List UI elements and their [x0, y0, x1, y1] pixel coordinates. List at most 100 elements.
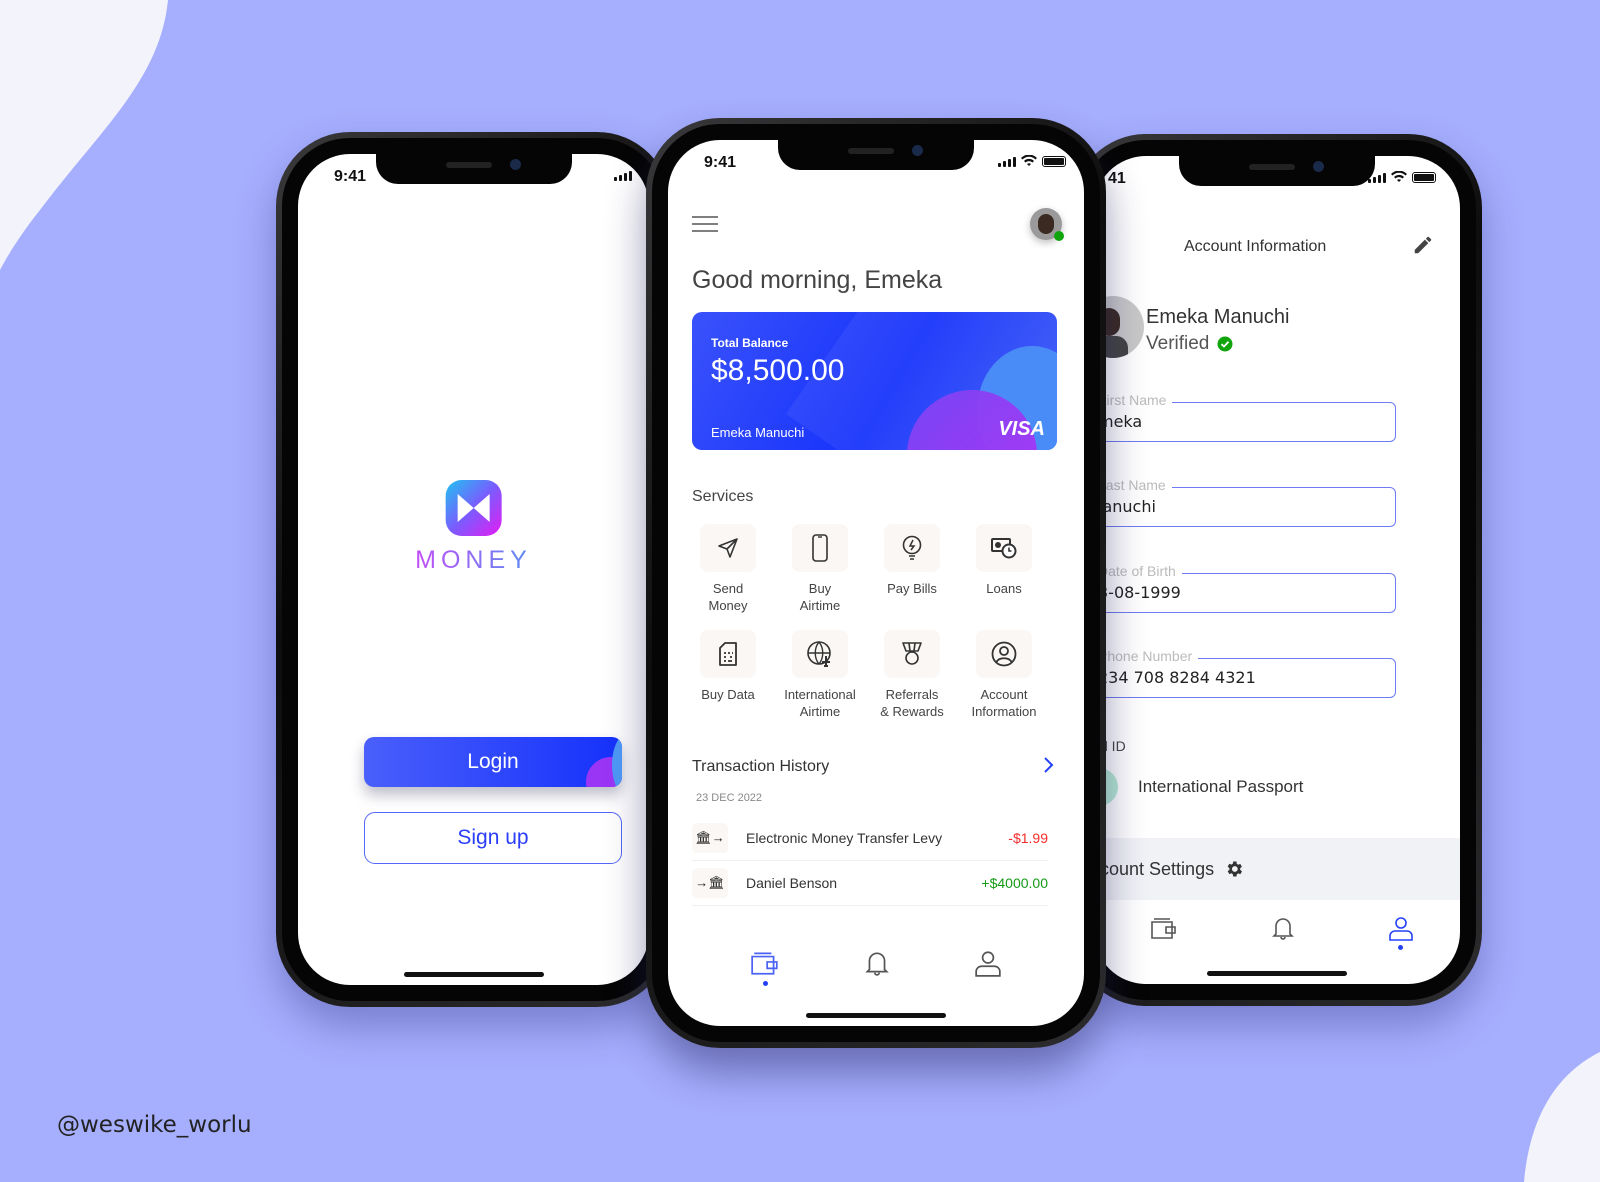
- bell-icon: [865, 952, 889, 976]
- tab-profile[interactable]: [1388, 915, 1414, 950]
- tab-wallet[interactable]: [750, 949, 780, 986]
- home-indicator: [1207, 971, 1347, 976]
- status-icons: [614, 169, 649, 181]
- id-document-item[interactable]: International Passport: [1094, 768, 1303, 806]
- edit-pencil-icon[interactable]: [1412, 234, 1434, 256]
- service-label: Pay Bills: [887, 581, 937, 596]
- transaction-amount: -$1.99: [1008, 830, 1048, 846]
- services-heading: Services: [692, 488, 754, 505]
- status-time: 9:41: [704, 154, 737, 171]
- battery-icon: [1042, 156, 1066, 167]
- hamburger-menu-icon[interactable]: [692, 216, 718, 232]
- tab-profile[interactable]: [974, 949, 1002, 986]
- field-label: Last Name: [1098, 477, 1172, 493]
- transaction-name: Electronic Money Transfer Levy: [746, 830, 943, 846]
- tab-notifications[interactable]: [1271, 915, 1295, 950]
- service-label: Buy Airtime: [799, 581, 841, 613]
- phone-icon: [812, 534, 828, 562]
- first-name-field[interactable]: First Name meka: [1094, 392, 1396, 442]
- wallet-icon: [751, 952, 778, 975]
- tab-notifications[interactable]: [864, 949, 890, 986]
- signal-icon: [614, 171, 632, 181]
- phone-login-screen: 9:41 MONEY Login Sign up: [276, 132, 671, 1007]
- login-label: Login: [467, 750, 519, 773]
- service-label: Account Information: [971, 687, 1037, 719]
- status-icons: [1368, 171, 1436, 183]
- send-icon: [718, 538, 738, 558]
- signal-icon: [998, 157, 1016, 167]
- home-indicator: [806, 1013, 946, 1018]
- status-time: 41: [1108, 170, 1126, 187]
- service-pay-bills[interactable]: Pay Bills: [878, 524, 946, 614]
- bottom-tab-bar: [668, 949, 1084, 986]
- field-label: Phone Number: [1098, 648, 1199, 664]
- user-avatar[interactable]: [1030, 208, 1064, 241]
- service-loans[interactable]: Loans: [970, 524, 1038, 614]
- login-button[interactable]: Login: [364, 737, 622, 787]
- field-label: First Name: [1098, 392, 1173, 408]
- phone-number-field[interactable]: Phone Number 234 708 8284 4321: [1094, 648, 1396, 698]
- tab-wallet[interactable]: [1150, 915, 1178, 950]
- home-indicator: [403, 972, 544, 977]
- transaction-date: 23 DEC 2022: [696, 792, 763, 804]
- money-logo-icon: [445, 480, 502, 536]
- service-buy-airtime[interactable]: Buy Airtime: [786, 524, 854, 614]
- verified-check-icon: [1217, 336, 1233, 352]
- bell-icon: [1272, 918, 1294, 940]
- service-label: Loans: [986, 581, 1022, 596]
- user-icon: [1388, 917, 1413, 941]
- verified-status: Verified: [1146, 333, 1233, 355]
- bill-bulb-icon: [902, 535, 922, 560]
- last-name-field[interactable]: Last Name lanuchi: [1094, 477, 1396, 527]
- notch: [1179, 156, 1375, 186]
- balance-card[interactable]: Total Balance $8,500.00 Emeka Manuchi VI…: [692, 312, 1057, 450]
- signup-button[interactable]: Sign up: [364, 812, 622, 864]
- service-label: International Airtime: [784, 687, 856, 719]
- loan-icon: [991, 538, 1017, 559]
- chevron-right-icon[interactable]: [1042, 756, 1054, 774]
- balance-amount: $8,500.00: [711, 354, 845, 387]
- phone-home-screen: 9:41 Good morning, Emeka Total Balance $…: [646, 118, 1106, 1048]
- service-international-airtime[interactable]: International Airtime: [784, 630, 856, 720]
- transaction-row[interactable]: 🏛→ Electronic Money Transfer Levy -$1.99: [692, 816, 1048, 861]
- profile-name: Emeka Manuchi: [1146, 306, 1290, 328]
- service-buy-data[interactable]: Buy Data: [694, 630, 762, 720]
- first-name-input[interactable]: meka: [1094, 402, 1396, 442]
- date-of-birth-field[interactable]: Date of Birth 3-08-1999: [1094, 563, 1396, 613]
- gear-icon: [1227, 861, 1243, 877]
- service-label: Buy Data: [701, 687, 755, 702]
- transaction-row[interactable]: →🏛 Daniel Benson +$4000.00: [692, 861, 1048, 906]
- app-logo: MONEY: [415, 480, 532, 575]
- phone-number-input[interactable]: 234 708 8284 4321: [1094, 658, 1396, 698]
- bottom-tab-bar: [1094, 915, 1460, 950]
- notch: [778, 140, 974, 170]
- verified-label: Verified: [1146, 333, 1210, 354]
- medal-icon: [902, 642, 922, 665]
- wifi-icon: [1021, 155, 1037, 166]
- status-icons: [998, 155, 1066, 167]
- last-name-input[interactable]: lanuchi: [1094, 487, 1396, 527]
- transaction-history-heading: Transaction History: [692, 758, 830, 775]
- author-credit: @weswike_worlu: [57, 1112, 252, 1138]
- service-account-information[interactable]: Account Information: [970, 630, 1038, 720]
- notch: [375, 154, 572, 184]
- service-send-money[interactable]: Send Money: [694, 524, 762, 614]
- field-label: Date of Birth: [1098, 563, 1182, 579]
- transaction-list: 🏛→ Electronic Money Transfer Levy -$1.99…: [692, 816, 1048, 906]
- visa-logo: VISA: [998, 418, 1045, 440]
- user-circle-icon: [991, 641, 1017, 667]
- globe-plane-icon: [807, 641, 831, 667]
- transaction-name: Daniel Benson: [746, 875, 838, 891]
- services-grid: Send Money Buy Airtime Pay Bills Loans B…: [694, 524, 1062, 720]
- service-label: Referrals & Rewards: [880, 687, 944, 719]
- phone-account-screen: 41 Account Information Emeka Manuchi Ver…: [1072, 134, 1482, 1006]
- account-settings-button[interactable]: count Settings: [1094, 838, 1460, 900]
- service-referrals-rewards[interactable]: Referrals & Rewards: [878, 630, 946, 720]
- id-document-label: International Passport: [1138, 777, 1304, 796]
- date-of-birth-input[interactable]: 3-08-1999: [1094, 573, 1396, 613]
- bank-in-icon: →🏛: [692, 868, 728, 898]
- sim-card-icon: [719, 642, 737, 666]
- user-icon: [975, 951, 1001, 977]
- card-holder: Emeka Manuchi: [711, 425, 805, 440]
- account-settings-label: count Settings: [1100, 858, 1215, 879]
